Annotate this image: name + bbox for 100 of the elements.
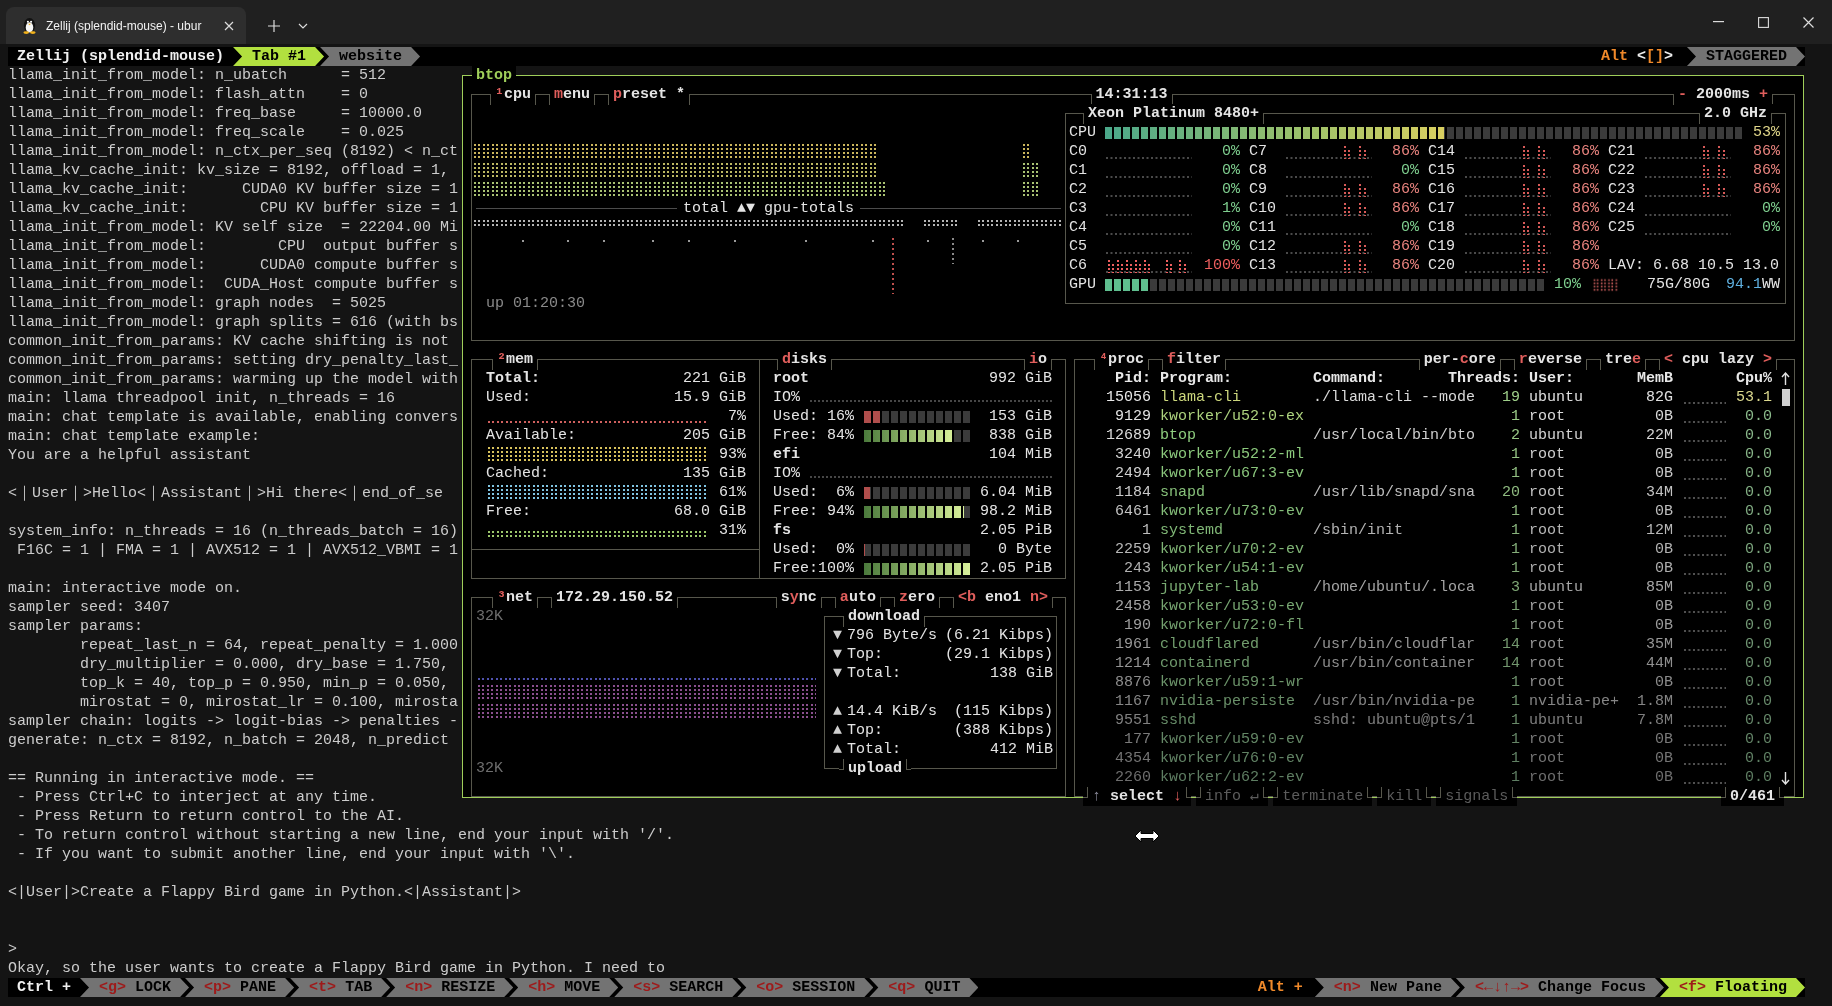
mode-button[interactable]: <q> QUIT bbox=[869, 978, 979, 997]
terminal-output-line: common_init_from_params: setting dry_penalty_last_ bbox=[8, 351, 459, 370]
mode-button[interactable]: <g> LOCK bbox=[80, 978, 190, 997]
tab-button[interactable]: Tab #1 bbox=[233, 47, 325, 66]
process-command: sshd: ubuntu@pts/1 bbox=[1313, 711, 1476, 730]
mode-button[interactable]: <h> MOVE bbox=[509, 978, 619, 997]
scrollbar-thumb[interactable] bbox=[1781, 389, 1790, 406]
process-cpu-sparkline bbox=[1684, 440, 1726, 442]
core-percent: 86% bbox=[1392, 142, 1419, 161]
process-user: root bbox=[1529, 559, 1565, 578]
terminal-output-line: You are a helpful assistant bbox=[8, 446, 252, 465]
disk-bar-label: Free: bbox=[773, 559, 818, 578]
memory-percent: 93% bbox=[719, 445, 746, 464]
core-label: C19 bbox=[1428, 237, 1455, 256]
terminal-output-line: - If you want to submit another line, end your input with '\'. bbox=[16, 845, 576, 864]
mode-button[interactable]: <o> SESSION bbox=[737, 978, 874, 997]
maximize-icon[interactable] bbox=[1758, 16, 1769, 28]
process-name: llama-cli bbox=[1160, 388, 1241, 407]
process-cpu-sparkline bbox=[1684, 402, 1726, 404]
core-percent: 0% bbox=[1762, 218, 1780, 237]
gpu-percent: 10% bbox=[1554, 275, 1582, 294]
disk-percent: 0% bbox=[836, 540, 854, 559]
terminal-output-line: llama_init_from_model: freq_scale = 0.025 bbox=[8, 123, 405, 142]
cpu-usage: 0.0 bbox=[1745, 445, 1772, 464]
thread-count: 1 bbox=[1511, 616, 1520, 635]
process-name: kworker/u52:0-ex bbox=[1160, 407, 1305, 426]
process-name: kworker/u52:2-ml bbox=[1160, 445, 1305, 464]
memory-value: 68.0 GiB bbox=[674, 502, 746, 521]
mode-button[interactable]: <n> RESIZE bbox=[386, 978, 514, 997]
session-name: Zellij (splendid-mouse) bbox=[16, 47, 226, 66]
core-percent: 86% bbox=[1392, 256, 1419, 275]
process-cpu-sparkline bbox=[1684, 630, 1726, 632]
mode-button[interactable]: <p> PANE bbox=[185, 978, 295, 997]
resize-cursor-icon bbox=[1134, 829, 1160, 843]
cpu-usage: 0.0 bbox=[1745, 749, 1772, 768]
thread-count: 1 bbox=[1511, 540, 1520, 559]
process-user: root bbox=[1529, 749, 1565, 768]
thread-count: 3 bbox=[1511, 578, 1520, 597]
core-percent: 0% bbox=[1401, 218, 1419, 237]
terminal-output-line: - Press Ctrl+C to interject at any time. bbox=[16, 788, 378, 807]
close-icon[interactable] bbox=[1803, 16, 1814, 28]
shortcut-button[interactable]: <f> Floating bbox=[1659, 978, 1805, 997]
scroll-up-icon[interactable] bbox=[1781, 371, 1790, 386]
chevron-down-icon[interactable] bbox=[298, 22, 308, 29]
core-percent: 1% bbox=[1222, 199, 1240, 218]
memory-value: 221 GiB bbox=[683, 369, 746, 388]
scroll-down-icon[interactable] bbox=[1781, 770, 1790, 785]
process-user: root bbox=[1529, 654, 1565, 673]
cpu-usage: 0.0 bbox=[1745, 521, 1772, 540]
process-user: ubuntu bbox=[1529, 426, 1583, 445]
select-control[interactable]: ↑ select ↓ bbox=[1083, 787, 1192, 806]
process-name: kworker/u70:2-ev bbox=[1160, 540, 1305, 559]
close-icon[interactable] bbox=[224, 20, 234, 31]
thread-count: 1 bbox=[1511, 502, 1520, 521]
core-percent: 100% bbox=[1204, 256, 1240, 275]
terminal-output-line: F16C = 1 | FMA = 1 | AVX512 = 1 | AVX512_VBMI = 1 bbox=[16, 541, 459, 560]
process-id: 9129 bbox=[1115, 407, 1151, 426]
process-user: root bbox=[1529, 730, 1565, 749]
disk-amount: 838 GiB bbox=[989, 426, 1052, 445]
disk-name: efi bbox=[773, 445, 800, 464]
memory-usage: 22M bbox=[1646, 426, 1673, 445]
thread-count: 1 bbox=[1511, 730, 1520, 749]
process-command: /home/ubuntu/.loca bbox=[1313, 578, 1476, 597]
process-user: root bbox=[1529, 768, 1565, 787]
tab-button[interactable]: website bbox=[320, 47, 421, 66]
gpu-memory: 75G/80G bbox=[1646, 275, 1710, 294]
process-cpu-sparkline bbox=[1684, 535, 1726, 537]
core-percent: 86% bbox=[1572, 237, 1599, 256]
process-user: root bbox=[1529, 483, 1565, 502]
memory-percent: 61% bbox=[719, 483, 746, 502]
process-id: 2260 bbox=[1115, 768, 1151, 787]
shortcut-button[interactable]: <n> New Pane bbox=[1314, 978, 1460, 997]
pane-title: btop bbox=[472, 66, 516, 85]
next-interface-button[interactable]: n> bbox=[1030, 589, 1048, 606]
mode-button[interactable]: <s> SEARCH bbox=[614, 978, 742, 997]
process-name: containerd bbox=[1160, 654, 1250, 673]
previous-interface-button[interactable]: <b bbox=[957, 589, 976, 606]
disk-size: 104 MiB bbox=[989, 445, 1052, 464]
process-id: 8876 bbox=[1115, 673, 1151, 692]
minimize-icon[interactable] bbox=[1713, 21, 1724, 23]
terminal-output-line: sampler seed: 3407 bbox=[8, 598, 171, 617]
core-percent: 0% bbox=[1222, 218, 1240, 237]
plus-icon[interactable] bbox=[268, 19, 280, 32]
core-label: C23 bbox=[1608, 180, 1635, 199]
process-id: 3240 bbox=[1115, 445, 1151, 464]
core-label: C20 bbox=[1428, 256, 1455, 275]
layout-button[interactable]: STAGGERED bbox=[1687, 47, 1805, 66]
terminal-tab[interactable]: Zellij (splendid-mouse) - ubur bbox=[6, 7, 246, 44]
mode-button[interactable]: <t> TAB bbox=[290, 978, 391, 997]
cpu-usage: 0.0 bbox=[1745, 730, 1772, 749]
modifier-label: Ctrl + bbox=[16, 978, 71, 997]
memory-usage: 85M bbox=[1646, 578, 1673, 597]
disk-bar-label: Free: bbox=[773, 502, 818, 521]
thread-count: 1 bbox=[1511, 692, 1520, 711]
core-label: C11 bbox=[1249, 218, 1276, 237]
process-id: 2494 bbox=[1115, 464, 1151, 483]
process-name: kworker/u53:0-ev bbox=[1160, 597, 1305, 616]
process-cpu-sparkline bbox=[1684, 668, 1726, 670]
shortcut-button[interactable]: <←↓↑→> Change Focus bbox=[1455, 978, 1664, 997]
process-name: nvidia-persiste bbox=[1160, 692, 1296, 711]
